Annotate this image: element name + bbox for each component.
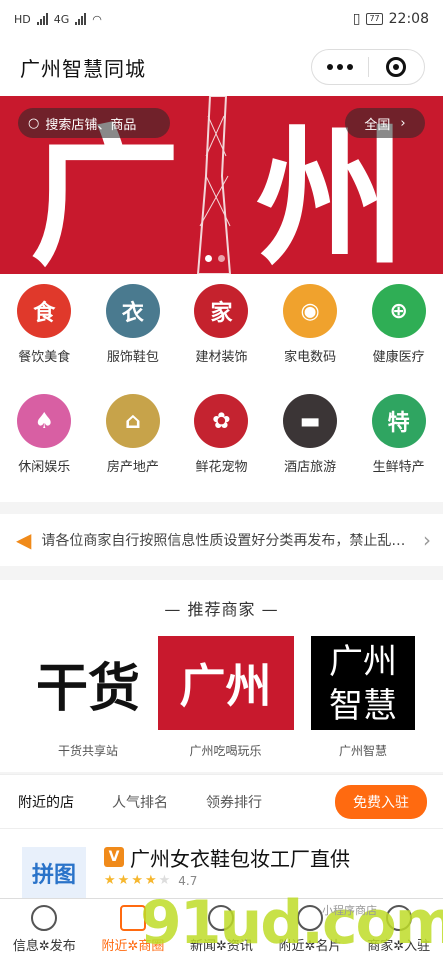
category-label: 餐饮美食 bbox=[18, 350, 71, 365]
merchant-card[interactable]: 干货 干货共享站 bbox=[20, 636, 156, 759]
bed-icon: ▬ bbox=[283, 394, 338, 448]
merchant-logo: 干货 bbox=[20, 636, 156, 730]
category-grid: 食 餐饮美食衣 服饰鞋包家 建材装饰 ◉ 家电数码 ⊕ 健康医疗 ♠ 休闲娱乐 ⌂ 房产… bbox=[0, 274, 443, 502]
category-item[interactable]: 特 生鲜特产 bbox=[354, 394, 443, 504]
category-item[interactable]: ▬ 酒店旅游 bbox=[266, 394, 355, 504]
signal-icon-2 bbox=[75, 13, 87, 25]
star-icon: ★ bbox=[104, 873, 116, 888]
watermark-subtitle: 小程序商店 bbox=[322, 904, 377, 917]
search-icon: ○ bbox=[28, 115, 40, 131]
vibrate-icon: ▯ bbox=[352, 11, 361, 27]
category-item[interactable]: ✿ 鲜花宠物 bbox=[177, 394, 266, 504]
category-label: 房产地产 bbox=[106, 460, 159, 475]
notice-bar[interactable]: ◀ 请各位商家自行按照信息性质设置好分类再发布，禁止乱发布 › bbox=[0, 514, 443, 566]
star-icon: ★ bbox=[144, 873, 157, 888]
leaf-icon: 特 bbox=[371, 394, 426, 448]
category-label: 家电数码 bbox=[284, 350, 337, 365]
shop-rating: ★ ★ ★ ★ ★ 4.7 bbox=[104, 873, 197, 888]
card-icon: ♠ bbox=[17, 394, 72, 448]
region-selector[interactable]: 全国 › bbox=[345, 108, 425, 138]
info-icon bbox=[31, 905, 58, 931]
nav-label: 信息✲发布 bbox=[12, 939, 76, 954]
network-indicator: HD bbox=[14, 12, 31, 26]
flower-icon: ✿ bbox=[194, 394, 249, 448]
category-label: 建材装饰 bbox=[195, 350, 248, 365]
free-join-button[interactable]: 免费入驻 bbox=[335, 784, 427, 819]
dot-icon bbox=[336, 64, 343, 70]
shirt-icon: 衣 bbox=[105, 284, 160, 338]
chevron-right-icon: › bbox=[400, 115, 406, 131]
merchant-logo: 广州智慧 bbox=[311, 636, 415, 730]
category-item[interactable]: 家 建材装饰 bbox=[177, 284, 266, 394]
category-item[interactable]: ⊕ 健康医疗 bbox=[354, 284, 443, 394]
carousel-dots bbox=[205, 255, 225, 262]
speaker-icon: ◀ bbox=[16, 528, 32, 552]
tab-popular[interactable]: 人气排名 bbox=[112, 792, 168, 812]
building-icon: ⌂ bbox=[105, 394, 160, 448]
shop-name: 广州女衣鞋包妆工厂直供 bbox=[130, 847, 350, 871]
category-item[interactable]: 食 餐饮美食 bbox=[0, 284, 89, 394]
merchant-card[interactable]: 广州智慧 广州智慧 bbox=[295, 636, 431, 759]
category-item[interactable]: ⌂ 房产地产 bbox=[89, 394, 178, 504]
banner-text-zhou: 州 bbox=[256, 112, 407, 274]
merchant-name: 广州吃喝玩乐 bbox=[189, 744, 262, 758]
battery-icon: 77 bbox=[366, 13, 383, 25]
tab-nearby[interactable]: 附近的店 bbox=[18, 792, 74, 812]
target-icon bbox=[386, 57, 407, 77]
star-icon: ★ bbox=[117, 873, 130, 888]
search-placeholder: 搜索店铺、商品 bbox=[45, 117, 137, 133]
category-label: 生鲜特产 bbox=[372, 460, 425, 475]
network-type: 4G bbox=[53, 12, 70, 26]
category-label: 鲜花宠物 bbox=[195, 460, 248, 475]
merchant-name: 广州智慧 bbox=[338, 744, 387, 758]
shop-tabs: 附近的店 人气排名 领券排行 免费入驻 bbox=[0, 774, 443, 828]
tab-coupons[interactable]: 领券排行 bbox=[206, 792, 262, 812]
shop-thumbnail: 拼图 bbox=[22, 847, 86, 899]
house-icon: 家 bbox=[194, 284, 249, 338]
page-title: 广州智慧同城 bbox=[20, 56, 146, 81]
category-item[interactable]: 衣 服饰鞋包 bbox=[89, 284, 178, 394]
watermark: 91ud.com bbox=[140, 888, 443, 958]
app-header: 广州智慧同城 bbox=[0, 38, 443, 96]
status-bar: HD 4G ◠ ▯ 77 22:08 bbox=[0, 0, 443, 38]
dot-icon bbox=[346, 64, 353, 70]
status-time: 22:08 bbox=[388, 11, 429, 27]
merchant-card[interactable]: 广州 广州吃喝玩乐 bbox=[157, 636, 294, 759]
notice-text: 请各位商家自行按照信息性质设置好分类再发布，禁止乱发布 bbox=[41, 533, 413, 549]
banner-text-guang: 广 bbox=[30, 112, 181, 274]
search-input[interactable]: ○ 搜索店铺、商品 bbox=[18, 108, 170, 138]
food-icon: 食 bbox=[17, 284, 72, 338]
chevron-right-icon: › bbox=[423, 528, 431, 552]
rating-value: 4.7 bbox=[178, 873, 198, 888]
category-item[interactable]: ♠ 休闲娱乐 bbox=[0, 394, 89, 504]
category-label: 健康医疗 bbox=[372, 350, 425, 365]
signal-icon bbox=[36, 13, 48, 25]
category-item[interactable]: ◉ 家电数码 bbox=[266, 284, 355, 394]
merchant-logo: 广州 bbox=[157, 636, 294, 730]
recommended-merchants: — 推荐商家 — 干货 干货共享站 广州 广州吃喝玩乐 广州智慧 广州智慧 bbox=[0, 580, 443, 772]
banner[interactable]: 广 州 ○ 搜索店铺、商品 全国 › bbox=[0, 96, 443, 274]
wifi-icon: ◠ bbox=[92, 12, 102, 26]
camera-icon: ◉ bbox=[283, 284, 338, 338]
section-title: — 推荐商家 — bbox=[164, 600, 279, 619]
verified-badge: V bbox=[104, 847, 124, 867]
nav-item[interactable]: 信息✲发布 bbox=[0, 899, 89, 960]
star-icon: ★ bbox=[158, 873, 171, 888]
miniprogram-capsule bbox=[311, 49, 425, 85]
star-icon: ★ bbox=[131, 873, 143, 888]
category-label: 服饰鞋包 bbox=[106, 350, 159, 365]
dot-icon bbox=[326, 64, 333, 70]
close-miniprogram-button[interactable] bbox=[369, 57, 425, 77]
merchant-name: 干货共享站 bbox=[57, 744, 118, 758]
more-button[interactable] bbox=[312, 64, 368, 70]
category-label: 休闲娱乐 bbox=[18, 460, 71, 475]
region-label: 全国 bbox=[364, 117, 391, 133]
category-label: 酒店旅游 bbox=[284, 460, 337, 475]
medical-icon: ⊕ bbox=[371, 284, 426, 338]
